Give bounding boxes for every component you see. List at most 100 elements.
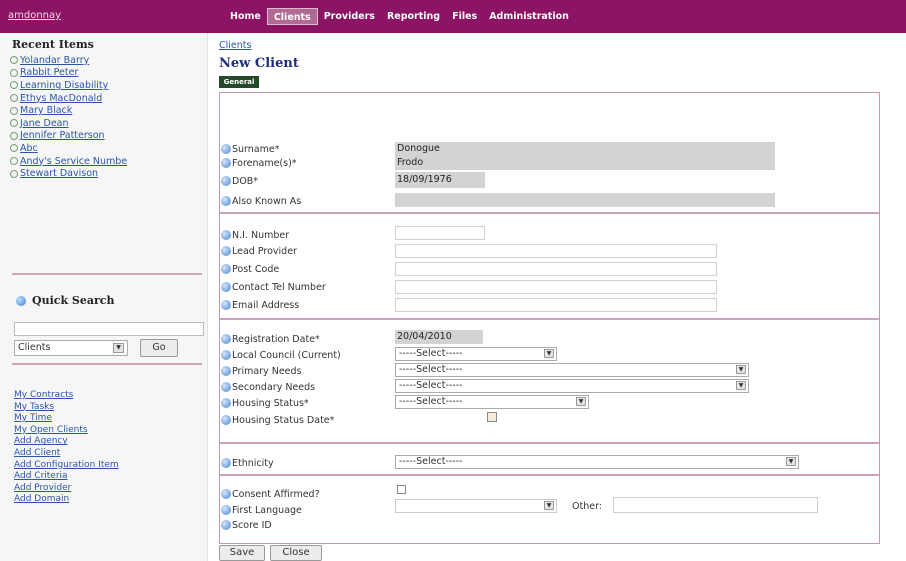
recent-item-link[interactable]: Abc: [20, 143, 38, 154]
recent-item-link[interactable]: Jane Dean: [20, 118, 69, 129]
ethnicity-select[interactable]: -----Select----- ▼: [395, 455, 799, 469]
recent-item-link[interactable]: Ethys MacDonald: [20, 93, 102, 104]
recent-item-link[interactable]: Mary Black: [20, 105, 72, 116]
recent-item[interactable]: Ethys MacDonald: [10, 92, 127, 105]
info-icon[interactable]: [221, 489, 231, 499]
info-icon[interactable]: [221, 458, 231, 468]
link-my-time[interactable]: My Time: [14, 413, 119, 425]
info-icon[interactable]: [221, 415, 231, 425]
chevron-down-icon[interactable]: ▼: [576, 397, 586, 406]
primary-needs-select[interactable]: -----Select----- ▼: [395, 363, 749, 377]
nav-home[interactable]: Home: [224, 8, 267, 25]
consent-checkbox[interactable]: [397, 485, 406, 494]
go-button[interactable]: Go: [140, 339, 178, 357]
calendar-icon[interactable]: [487, 412, 497, 422]
score-id-input[interactable]: [395, 518, 485, 532]
info-icon[interactable]: [221, 520, 231, 530]
info-icon[interactable]: [221, 505, 231, 515]
circle-icon: [10, 81, 18, 90]
recent-item[interactable]: Jane Dean: [10, 117, 127, 130]
chevron-down-icon[interactable]: ▼: [736, 381, 746, 390]
info-icon[interactable]: [221, 196, 231, 206]
nav-clients[interactable]: Clients: [266, 8, 318, 25]
close-button[interactable]: Close: [270, 545, 322, 561]
recent-item-link[interactable]: Yolandar Barry: [20, 55, 89, 66]
email-input[interactable]: [395, 298, 717, 312]
post-code-row: Post Code: [221, 262, 279, 276]
chevron-down-icon[interactable]: ▼: [113, 343, 124, 353]
chevron-down-icon[interactable]: ▼: [736, 365, 746, 374]
score-id-row: Score ID: [221, 518, 272, 532]
link-my-contracts[interactable]: My Contracts: [14, 390, 119, 402]
save-button[interactable]: Save: [219, 545, 265, 561]
info-icon[interactable]: [221, 334, 231, 344]
recent-item-link[interactable]: Learning Disability: [20, 80, 108, 91]
link-my-tasks[interactable]: My Tasks: [14, 402, 119, 414]
brand-link[interactable]: amdonnay: [8, 10, 61, 21]
recent-item[interactable]: Abc: [10, 142, 127, 155]
nav-administration[interactable]: Administration: [483, 8, 575, 25]
recent-item[interactable]: Yolandar Barry: [10, 54, 127, 67]
contact-tel-input[interactable]: [395, 280, 717, 294]
aka-input[interactable]: [395, 193, 775, 207]
registration-date-input[interactable]: 20/04/2010: [395, 330, 483, 344]
secondary-needs-select[interactable]: -----Select----- ▼: [395, 379, 749, 393]
ni-number-input[interactable]: [395, 226, 485, 240]
info-icon[interactable]: [221, 350, 231, 360]
info-icon[interactable]: [221, 158, 231, 168]
dob-input[interactable]: 18/09/1976: [395, 172, 485, 188]
chevron-down-icon[interactable]: ▼: [786, 457, 796, 466]
info-icon[interactable]: [221, 398, 231, 408]
recent-item-link[interactable]: Stewart Davison: [20, 168, 98, 179]
nav-files[interactable]: Files: [446, 8, 483, 25]
first-language-select[interactable]: ▼: [395, 499, 557, 513]
link-my-open-clients[interactable]: My Open Clients: [14, 425, 119, 437]
info-icon[interactable]: [221, 176, 231, 186]
info-icon[interactable]: [221, 382, 231, 392]
recent-item-link[interactable]: Andy's Service Numbe: [20, 156, 127, 167]
quick-search-type-select[interactable]: Clients ▼: [14, 340, 128, 356]
chevron-down-icon[interactable]: ▼: [544, 349, 554, 358]
info-icon[interactable]: [221, 264, 231, 274]
link-add-agency[interactable]: Add Agency: [14, 436, 119, 448]
info-icon[interactable]: [221, 246, 231, 256]
info-icon[interactable]: [221, 300, 231, 310]
recent-item[interactable]: Jennifer Patterson: [10, 130, 127, 143]
housing-status-date-input[interactable]: [395, 412, 483, 426]
surname-input[interactable]: Donogue: [395, 142, 775, 156]
recent-item[interactable]: Mary Black: [10, 104, 127, 117]
quick-search-input[interactable]: [14, 322, 204, 336]
info-icon[interactable]: [221, 144, 231, 154]
recent-item[interactable]: Learning Disability: [10, 79, 127, 92]
info-icon[interactable]: [221, 230, 231, 240]
link-add-configuration-item[interactable]: Add Configuration Item: [14, 460, 119, 472]
link-add-client[interactable]: Add Client: [14, 448, 119, 460]
local-council-select[interactable]: -----Select----- ▼: [395, 347, 557, 361]
nav-reporting[interactable]: Reporting: [381, 8, 446, 25]
other-language-input[interactable]: [613, 497, 818, 513]
housing-status-label: Housing Status*: [232, 397, 309, 409]
recent-item-link[interactable]: Jennifer Patterson: [20, 130, 105, 141]
housing-status-value: -----Select-----: [399, 396, 463, 407]
breadcrumb[interactable]: Clients: [219, 40, 251, 51]
recent-item[interactable]: Andy's Service Numbe: [10, 155, 127, 168]
housing-status-select[interactable]: -----Select----- ▼: [395, 395, 589, 409]
info-icon[interactable]: [221, 282, 231, 292]
circle-icon: [10, 144, 18, 153]
recent-item-link[interactable]: Rabbit Peter: [20, 67, 78, 78]
link-add-provider[interactable]: Add Provider: [14, 483, 119, 495]
chevron-down-icon[interactable]: ▼: [544, 501, 554, 510]
recent-item[interactable]: Rabbit Peter: [10, 67, 127, 80]
recent-item[interactable]: Stewart Davison: [10, 167, 127, 180]
info-icon[interactable]: [221, 366, 231, 376]
nav-providers[interactable]: Providers: [318, 8, 381, 25]
link-add-domain[interactable]: Add Domain: [14, 494, 119, 506]
forenames-input[interactable]: Frodo: [395, 156, 775, 170]
ni-number-label: N.I. Number: [232, 229, 290, 241]
link-add-criteria[interactable]: Add Criteria: [14, 471, 119, 483]
score-id-label: Score ID: [232, 519, 272, 531]
tab-general[interactable]: General: [219, 76, 259, 88]
lead-provider-input[interactable]: [395, 244, 717, 258]
primary-needs-value: -----Select-----: [399, 364, 463, 375]
post-code-input[interactable]: [395, 262, 717, 276]
